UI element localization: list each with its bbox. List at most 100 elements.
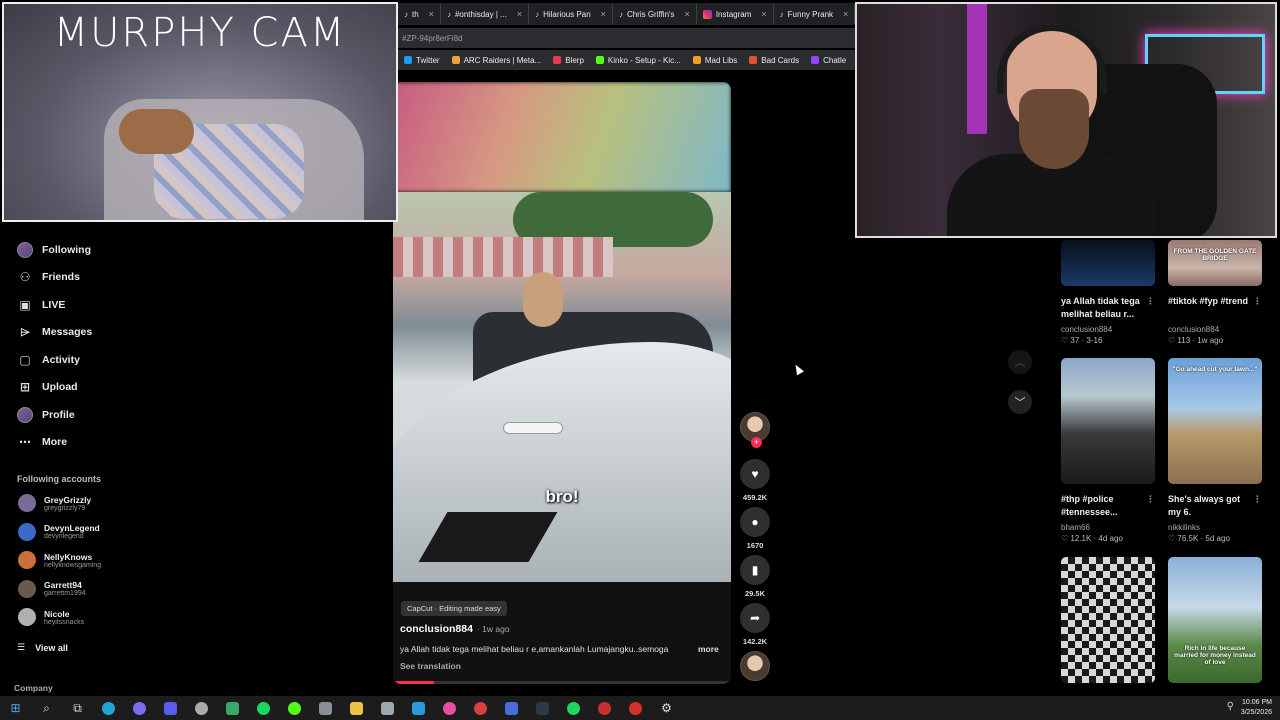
instagram-icon <box>702 9 712 19</box>
terminal-icon[interactable] <box>217 696 248 720</box>
bookmark-item[interactable]: Kinko - Setup - Kic... <box>595 56 681 65</box>
following-account[interactable]: DevynLegend devynlegend <box>18 522 100 541</box>
video-thumbnail[interactable] <box>1061 240 1155 286</box>
following-account[interactable]: Garrett94 garrettm1994 <box>18 579 86 598</box>
video-card[interactable]: Rich in life because married for money i… <box>1168 557 1262 683</box>
more-button[interactable]: more <box>698 644 719 654</box>
bookmark-item[interactable]: Bad Cards <box>749 56 799 65</box>
card-menu-icon[interactable]: ⋮ <box>1253 493 1262 506</box>
edge-icon[interactable] <box>93 696 124 720</box>
browser-tab[interactable]: ♪ Hilarious Pan × <box>529 4 613 24</box>
close-tab-icon[interactable]: × <box>429 9 434 19</box>
sidebar-item-messages[interactable]: ⌲ Messages <box>0 319 200 347</box>
photos-icon[interactable] <box>434 696 465 720</box>
bookmark-item[interactable]: Mad Libs <box>692 55 738 65</box>
save-button[interactable]: ▮ <box>740 555 770 585</box>
bookmark-item[interactable]: Chatle <box>811 56 846 65</box>
previous-video-button[interactable]: ︿ <box>1008 350 1032 374</box>
follow-plus-icon[interactable]: + <box>751 437 762 448</box>
notepad-icon[interactable] <box>403 696 434 720</box>
media-icon[interactable] <box>620 696 651 720</box>
bookmark-icon <box>404 56 412 64</box>
sound-avatar[interactable] <box>740 651 770 681</box>
video-card-author[interactable]: conclusion884 <box>1168 325 1262 334</box>
video-card[interactable]: FROM THE GOLDEN GATE BRIDGE #tiktok #fyp … <box>1168 240 1262 345</box>
share-button[interactable]: ➦ <box>740 603 770 633</box>
sidebar-item-activity[interactable]: ▢ Activity <box>0 346 200 374</box>
video-card-author[interactable]: bham66 <box>1061 523 1155 532</box>
like-button[interactable]: ♥ <box>740 459 770 489</box>
video-card[interactable]: "Go ahead cut your lawn..." She's always … <box>1168 358 1262 543</box>
chrome-icon[interactable] <box>124 696 155 720</box>
browser-tab[interactable]: ♪ th × <box>398 4 441 24</box>
code-icon[interactable] <box>527 696 558 720</box>
browser-tab[interactable]: ♪ Funny Prank × <box>774 4 856 24</box>
sidebar-item-live[interactable]: ▣ LIVE <box>0 291 200 319</box>
view-all-button[interactable]: ☰ View all <box>17 642 68 653</box>
address-bar[interactable]: #ZP-94pr8erFi8d <box>398 28 856 48</box>
bookmark-item[interactable]: ARC Raiders | Meta... <box>451 56 541 65</box>
bookmark-item[interactable]: Blerp <box>553 56 584 65</box>
sidebar-item-profile[interactable]: Profile <box>0 401 200 429</box>
sidebar-item-more[interactable]: ⋯ More <box>0 429 200 457</box>
search-icon[interactable]: ⌕ <box>31 696 62 720</box>
video-card-author[interactable]: nikkilinks <box>1168 523 1262 532</box>
video-thumbnail[interactable]: FROM THE GOLDEN GATE BRIDGE <box>1168 240 1262 286</box>
steam-icon[interactable] <box>310 696 341 720</box>
see-translation-link[interactable]: See translation <box>400 661 461 671</box>
streamdeck-icon[interactable] <box>496 696 527 720</box>
video-card[interactable]: ya Allah tidak tega melihat beliau r... ⋮… <box>1061 240 1155 345</box>
close-tab-icon[interactable]: × <box>601 9 606 19</box>
card-menu-icon[interactable]: ⋮ <box>1146 295 1155 308</box>
close-tab-icon[interactable]: × <box>761 9 766 19</box>
video-thumbnail[interactable]: Rich in life because married for money i… <box>1168 557 1262 683</box>
video-card[interactable] <box>1061 557 1155 683</box>
app-icon[interactable] <box>372 696 403 720</box>
video-card-title: #tiktok #fyp #trend ⋮ <box>1168 295 1262 308</box>
xbox-icon[interactable] <box>558 696 589 720</box>
sidebar-item-upload[interactable]: ⊞ Upload <box>0 374 200 402</box>
browser-tab[interactable]: Instagram × <box>697 4 774 24</box>
url-text: #ZP-94pr8erFi8d <box>402 33 463 43</box>
browser-tab[interactable]: ♪ Chris Griffin's × <box>613 4 697 24</box>
card-menu-icon[interactable]: ⋮ <box>1146 493 1155 506</box>
video-thumbnail[interactable]: "Go ahead cut your lawn..." <box>1168 358 1262 484</box>
video-card[interactable]: #thp #police #tennessee... ⋮ bham66 ♡ 12.1K… <box>1061 358 1155 543</box>
close-tab-icon[interactable]: × <box>517 9 522 19</box>
sidebar-item-following[interactable]: Following <box>0 236 200 264</box>
video-thumbnail[interactable] <box>1061 358 1155 484</box>
disc-icon[interactable] <box>186 696 217 720</box>
app-grid-icon[interactable] <box>155 696 186 720</box>
browser-tab[interactable]: ♪ #onthisday | ... × <box>441 4 530 24</box>
spotify-icon[interactable] <box>248 696 279 720</box>
folder-icon[interactable] <box>341 696 372 720</box>
bookmark-item[interactable]: Twitter <box>404 56 440 65</box>
next-video-button[interactable]: ﹀ <box>1008 390 1032 414</box>
friends-icon: ⚇ <box>19 270 31 285</box>
video-card-author[interactable]: conclusion884 <box>1061 325 1155 334</box>
capcut-badge[interactable]: CapCut · Editing made easy <box>401 601 507 616</box>
task-view-icon[interactable]: ⧉ <box>62 696 93 720</box>
taskbar-clock[interactable]: 10:06 PM 3/25/2026 <box>1241 698 1272 718</box>
card-menu-icon[interactable]: ⋮ <box>1253 295 1262 308</box>
video-author[interactable]: conclusion884 · 1w ago <box>400 623 510 635</box>
video-player[interactable]: bro! CapCut · Editing made easy conclusi… <box>393 82 731 684</box>
following-account[interactable]: NellyKnows nellyknowsgaming <box>18 551 101 569</box>
bookmark-label: Mad Libs <box>704 55 738 65</box>
company-link[interactable]: Company <box>14 683 53 693</box>
network-icon[interactable]: ⚲ <box>1227 701 1234 712</box>
close-tab-icon[interactable]: × <box>843 9 848 19</box>
video-progress-bar[interactable] <box>393 681 731 684</box>
comment-button[interactable]: ● <box>740 507 770 537</box>
obs-icon[interactable] <box>465 696 496 720</box>
windows-icon[interactable]: ⊞ <box>0 696 31 720</box>
following-account[interactable]: GreyGrizzly greygrizzly79 <box>18 494 91 512</box>
following-account[interactable]: Nicole heyitssnacks <box>18 608 84 626</box>
settings-icon[interactable]: ⚙ <box>651 696 682 720</box>
creator-avatar[interactable]: + <box>740 412 770 448</box>
record-icon[interactable] <box>589 696 620 720</box>
greenarrow-icon[interactable] <box>279 696 310 720</box>
close-tab-icon[interactable]: × <box>685 9 690 19</box>
video-thumbnail[interactable] <box>1061 557 1155 683</box>
sidebar-item-friends[interactable]: ⚇ Friends <box>0 264 200 292</box>
